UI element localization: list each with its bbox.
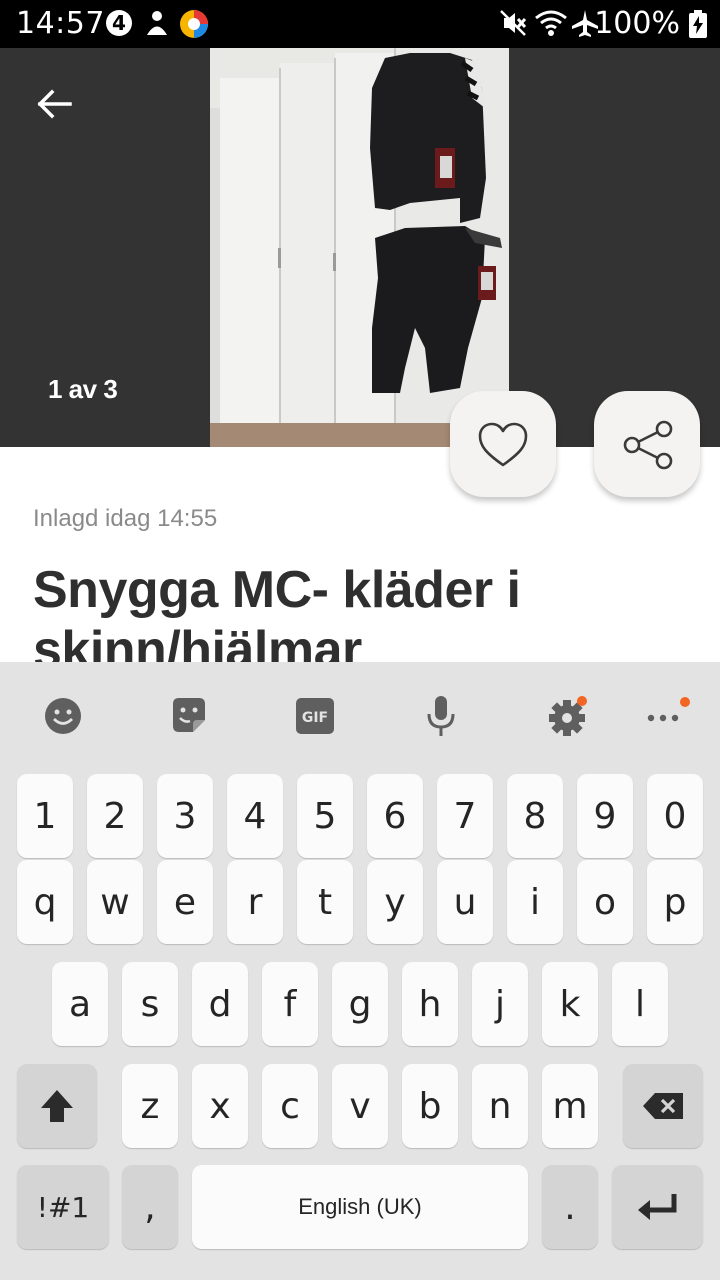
listing-photo[interactable] xyxy=(210,48,509,447)
person-icon xyxy=(142,8,172,43)
wifi-icon xyxy=(534,8,568,43)
key-o[interactable]: o xyxy=(577,860,633,944)
comma-key[interactable]: , xyxy=(122,1165,178,1249)
key-s[interactable]: s xyxy=(122,962,178,1046)
key-m[interactable]: m xyxy=(542,1064,598,1148)
backspace-icon xyxy=(643,1093,683,1119)
key-v[interactable]: v xyxy=(332,1064,388,1148)
shift-key[interactable] xyxy=(17,1064,97,1148)
back-button[interactable] xyxy=(30,84,84,126)
emoji-icon[interactable] xyxy=(41,694,85,738)
enter-icon xyxy=(637,1194,676,1220)
key-d[interactable]: d xyxy=(192,962,248,1046)
gif-icon[interactable]: GIF xyxy=(293,694,337,738)
image-counter: 1 av 3 xyxy=(48,374,118,404)
key-1[interactable]: 1 xyxy=(17,774,73,858)
status-time: 14:57 xyxy=(16,6,105,41)
key-z[interactable]: z xyxy=(122,1064,178,1148)
key-c[interactable]: c xyxy=(262,1064,318,1148)
sticker-icon[interactable] xyxy=(167,694,211,738)
key-w[interactable]: w xyxy=(87,860,143,944)
share-button[interactable] xyxy=(594,391,700,497)
key-l[interactable]: l xyxy=(612,962,668,1046)
heart-icon xyxy=(478,422,528,467)
settings-icon[interactable] xyxy=(545,694,589,738)
key-5[interactable]: 5 xyxy=(297,774,353,858)
key-u[interactable]: u xyxy=(437,860,493,944)
notification-4-icon: 4 xyxy=(104,8,134,43)
battery-percentage: 100% xyxy=(594,6,680,41)
key-0[interactable]: 0 xyxy=(647,774,703,858)
key-i[interactable]: i xyxy=(507,860,563,944)
backspace-key[interactable] xyxy=(623,1064,703,1148)
key-4[interactable]: 4 xyxy=(227,774,283,858)
key-p[interactable]: p xyxy=(647,860,703,944)
more-icon[interactable] xyxy=(643,694,690,738)
soft-keyboard[interactable]: GIF 1 2 3 4 5 6 7 8 9 0 q w e r t y u i … xyxy=(0,662,720,1280)
key-e[interactable]: e xyxy=(157,860,213,944)
enter-key[interactable] xyxy=(612,1165,703,1249)
period-key[interactable]: . xyxy=(542,1165,598,1249)
space-key[interactable]: English (UK) xyxy=(192,1165,528,1249)
key-a[interactable]: a xyxy=(52,962,108,1046)
key-8[interactable]: 8 xyxy=(507,774,563,858)
posted-timestamp: Inlagd idag 14:55 xyxy=(33,505,218,532)
key-g[interactable]: g xyxy=(332,962,388,1046)
image-gallery[interactable]: 1 av 3 xyxy=(0,48,720,447)
key-n[interactable]: n xyxy=(472,1064,528,1148)
key-j[interactable]: j xyxy=(472,962,528,1046)
key-k[interactable]: k xyxy=(542,962,598,1046)
battery-charging-icon xyxy=(688,10,708,43)
status-bar: 14:57 4 100% xyxy=(0,0,720,48)
key-9[interactable]: 9 xyxy=(577,774,633,858)
key-y[interactable]: y xyxy=(367,860,423,944)
arrow-left-icon xyxy=(37,89,72,119)
shift-arrow-icon xyxy=(41,1090,73,1122)
key-t[interactable]: t xyxy=(297,860,353,944)
key-r[interactable]: r xyxy=(227,860,283,944)
mute-icon xyxy=(498,8,528,43)
key-b[interactable]: b xyxy=(402,1064,458,1148)
motorcycle-leathers-photo xyxy=(210,48,509,447)
key-3[interactable]: 3 xyxy=(157,774,213,858)
symbols-key[interactable]: !#1 xyxy=(17,1165,109,1249)
svg-text:4: 4 xyxy=(112,11,126,35)
key-q[interactable]: q xyxy=(17,860,73,944)
key-x[interactable]: x xyxy=(192,1064,248,1148)
app-icon xyxy=(178,8,210,45)
favorite-button[interactable] xyxy=(450,391,556,497)
share-icon xyxy=(623,420,673,470)
svg-text:GIF: GIF xyxy=(302,710,328,726)
key-7[interactable]: 7 xyxy=(437,774,493,858)
key-h[interactable]: h xyxy=(402,962,458,1046)
key-f[interactable]: f xyxy=(262,962,318,1046)
key-2[interactable]: 2 xyxy=(87,774,143,858)
mic-icon[interactable] xyxy=(419,694,463,738)
key-6[interactable]: 6 xyxy=(367,774,423,858)
